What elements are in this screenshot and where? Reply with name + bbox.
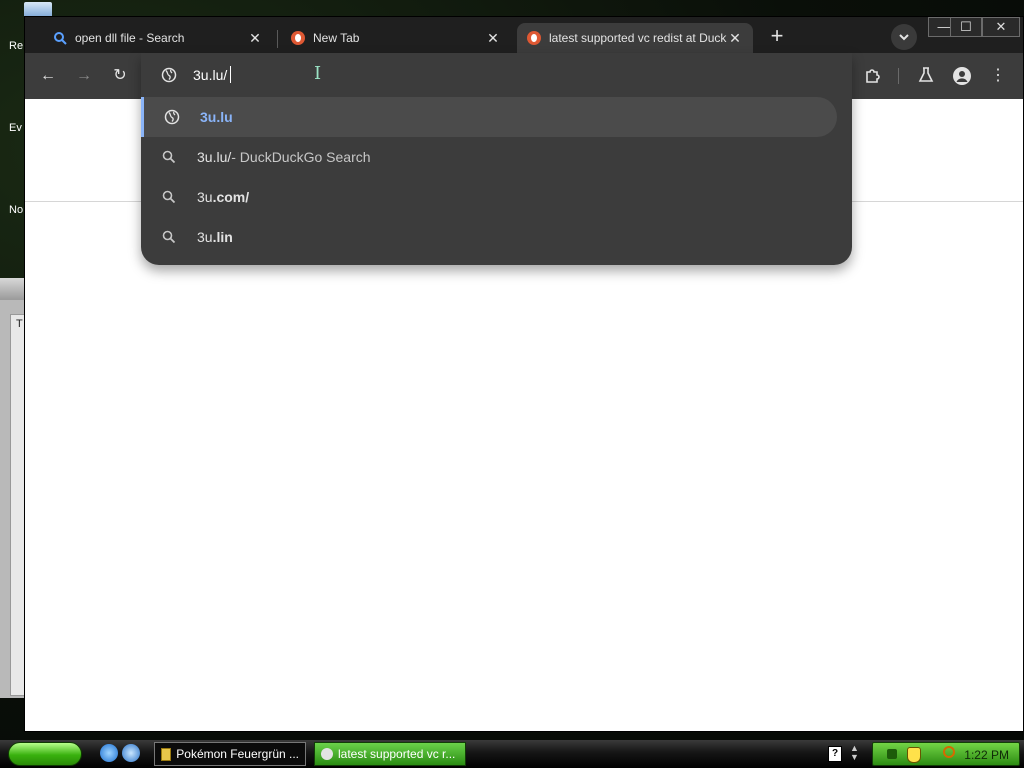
suggestion-query-completion: .lin (212, 229, 233, 245)
toolbar-divider (898, 68, 899, 84)
labs-button[interactable] (916, 66, 936, 86)
globe-icon (161, 67, 177, 88)
start-button[interactable] (8, 742, 82, 766)
back-button[interactable]: ← (38, 66, 58, 86)
background-window-titlebar[interactable] (0, 278, 24, 300)
shield-icon[interactable] (907, 747, 921, 763)
text-cursor (230, 66, 231, 83)
clock[interactable]: 1:22 PM (964, 748, 1009, 762)
search-icon (141, 190, 197, 204)
duckduckgo-icon (527, 31, 541, 45)
desktop-label-2[interactable]: Ev (9, 122, 22, 134)
tab-latest-vc-redist[interactable]: latest supported vc redist at DuckD ✕ (517, 23, 753, 53)
tab-strip: — ☐ ✕ open dll file - Search ✕ New Tab ✕… (25, 17, 1023, 53)
omnibox-input[interactable]: 3u.lu/ (193, 67, 227, 83)
suggestion-item[interactable]: 3u .lin (141, 217, 837, 257)
suggestion-query: 3u.lu/ (197, 149, 232, 165)
tab-new-tab[interactable]: New Tab ✕ (281, 23, 511, 53)
reload-button[interactable]: ↻ (110, 66, 130, 86)
flask-icon (918, 67, 934, 82)
close-window-button[interactable]: ✕ (982, 17, 1020, 37)
system-tray: 1:22 PM (872, 742, 1020, 766)
chevron-down-icon (899, 34, 909, 41)
desktop-label-3[interactable]: No (9, 204, 23, 216)
browser-icon (321, 748, 333, 760)
taskbar-item-label: Pokémon Feuergrün ... (176, 747, 299, 761)
suggestion-provider: - DuckDuckGo Search (231, 149, 371, 165)
internet-explorer-icon[interactable] (100, 744, 118, 762)
taskbar-item-label: latest supported vc r... (338, 747, 456, 761)
omnibox[interactable]: 3u.lu/ I (141, 53, 852, 97)
tab-title: New Tab (313, 31, 360, 45)
tab-title: latest supported vc redist at DuckD (549, 31, 727, 45)
suggestion-query-completion: .com/ (212, 189, 250, 205)
browser-quicklaunch-icon[interactable] (122, 744, 140, 762)
maximize-button[interactable]: ☐ (950, 17, 982, 37)
omnibox-dropdown: 3u.lu/ I 3u.lu 3u.lu/ - DuckDuckGo Searc… (141, 53, 852, 265)
taskbar-item-pokemon[interactable]: Pokémon Feuergrün ... (154, 742, 306, 766)
tab-close-icon[interactable]: ✕ (247, 30, 263, 47)
extensions-button[interactable] (863, 66, 883, 86)
browser-window: — ☐ ✕ open dll file - Search ✕ New Tab ✕… (24, 16, 1024, 732)
forward-button[interactable]: → (74, 66, 94, 86)
background-window-text: T (16, 318, 23, 330)
duckduckgo-icon (291, 31, 305, 45)
suggestion-query-prefix: 3u (197, 229, 213, 245)
suggestion-url: 3u.lu (200, 109, 233, 125)
tab-search-button[interactable] (891, 24, 917, 50)
search-icon (141, 150, 197, 164)
help-icon[interactable]: ? (828, 746, 842, 762)
suggestion-item[interactable]: 3u .com/ (141, 177, 837, 217)
tray-arrows-icon[interactable]: ▲ ▼ (850, 744, 859, 762)
tab-close-icon[interactable]: ✕ (727, 30, 743, 47)
taskbar: Pokémon Feuergrün ... latest supported v… (0, 740, 1024, 768)
profile-button[interactable] (952, 66, 972, 86)
tray-search-icon[interactable] (943, 746, 955, 758)
search-icon (53, 31, 67, 45)
menu-button[interactable]: ⋮ (988, 66, 1008, 86)
tab-open-dll-file[interactable]: open dll file - Search ✕ (43, 23, 273, 53)
tab-divider (277, 30, 278, 48)
suggestion-item[interactable]: 3u.lu (141, 97, 837, 137)
background-window[interactable]: T (0, 278, 26, 698)
desktop-label-1[interactable]: Re (9, 40, 23, 52)
profile-icon (953, 67, 971, 85)
tray-network-icon[interactable] (887, 749, 897, 759)
suggestion-item[interactable]: 3u.lu/ - DuckDuckGo Search (141, 137, 837, 177)
folder-icon (161, 747, 172, 761)
mouse-ibeam-icon: I (314, 63, 322, 84)
taskbar-item-browser[interactable]: latest supported vc r... (314, 742, 466, 766)
search-icon (141, 230, 197, 244)
suggestion-query-prefix: 3u (197, 189, 213, 205)
tab-close-icon[interactable]: ✕ (485, 30, 501, 47)
tab-title: open dll file - Search (75, 31, 185, 45)
new-tab-button[interactable]: + (765, 25, 789, 49)
globe-icon (144, 109, 200, 125)
puzzle-icon (866, 69, 880, 83)
